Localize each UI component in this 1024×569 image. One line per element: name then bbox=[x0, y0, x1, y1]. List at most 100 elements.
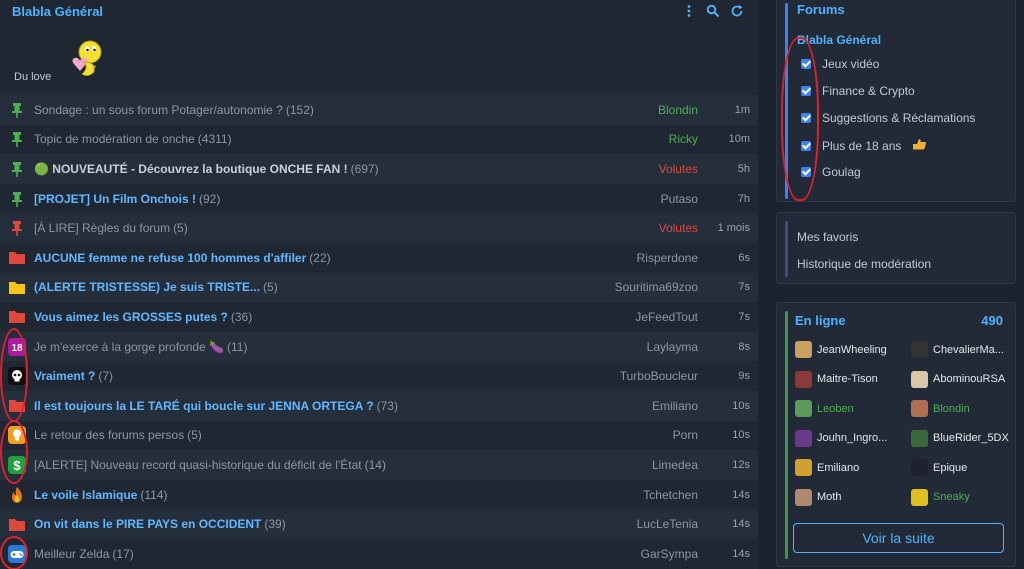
reply-count: (152) bbox=[285, 102, 314, 117]
topic-row[interactable]: On vit dans le PIRE PAYS en OCCIDENT (39)… bbox=[0, 509, 758, 539]
topic-title-link[interactable]: [ALERTE] Nouveau record quasi-historique… bbox=[34, 458, 362, 472]
love-section: Du love bbox=[0, 22, 758, 95]
user-name: Emiliano bbox=[817, 461, 860, 474]
folder-red-icon bbox=[0, 518, 34, 531]
topic-title-link[interactable]: Vous aimez les GROSSES putes ? bbox=[34, 310, 228, 324]
online-user[interactable]: BlueRider_5DX bbox=[911, 429, 1009, 447]
last-author-link[interactable]: Limedea bbox=[586, 458, 706, 472]
last-author-link[interactable]: Volutes bbox=[586, 162, 706, 176]
forum-title[interactable]: Blabla Général bbox=[12, 4, 682, 19]
topic-title-link[interactable]: 🟢 NOUVEAUTÉ - Découvrez la boutique ONCH… bbox=[34, 162, 348, 176]
folder-yellow-icon bbox=[0, 281, 34, 294]
topic-title-link[interactable]: [PROJET] Un Film Onchois ! bbox=[34, 192, 196, 206]
avatar bbox=[911, 429, 928, 447]
annotation-circle bbox=[0, 536, 28, 569]
topic-row[interactable]: (ALERTE TRISTESSE) Je suis TRISTE... (5) S… bbox=[0, 272, 758, 303]
last-author-link[interactable]: Blondin bbox=[586, 103, 706, 117]
topic-row[interactable]: 18 Je m'exerce à la gorge profonde 🍆 (11) L… bbox=[0, 331, 758, 362]
topic-row[interactable]: Sondage : un sous forum Potager/autonomi… bbox=[0, 95, 758, 125]
subforum-suggestions[interactable]: Suggestions & Réclamations bbox=[801, 111, 975, 125]
avatar bbox=[795, 429, 812, 447]
topic-title-link[interactable]: Vraiment ? bbox=[34, 369, 95, 383]
reply-count: (36) bbox=[230, 309, 253, 324]
reply-count: (4311) bbox=[197, 132, 232, 147]
last-author-link[interactable]: Souritima69zoo bbox=[586, 280, 706, 294]
topic-title-link[interactable]: Topic de modération de onche bbox=[34, 132, 195, 146]
last-author-link[interactable]: Emiliano bbox=[586, 399, 706, 413]
topic-row[interactable]: Le voile Islamique (114) Tchetchen 14s bbox=[0, 479, 758, 510]
last-author-link[interactable]: LucLeTenia bbox=[586, 517, 706, 531]
favorites-link[interactable]: Mes favoris bbox=[797, 230, 858, 244]
online-user[interactable]: JeanWheeling bbox=[795, 341, 887, 358]
last-post-time: 7h bbox=[737, 192, 750, 205]
topic-title-link[interactable]: AUCUNE femme ne refuse 100 hommes d'affi… bbox=[34, 251, 306, 265]
avatar bbox=[911, 488, 928, 506]
topic-title-link[interactable]: Le voile Islamique bbox=[34, 488, 137, 502]
last-author-link[interactable]: JeFeedTout bbox=[586, 310, 706, 324]
online-user[interactable]: AbominouRSA bbox=[911, 370, 1006, 388]
online-user[interactable]: Epique bbox=[911, 459, 967, 476]
online-user[interactable]: Leoben bbox=[795, 400, 854, 417]
last-author-link[interactable]: Volutes bbox=[586, 221, 706, 235]
topic-title-link[interactable]: Meilleur Zelda bbox=[34, 547, 109, 561]
last-post-time: 10m bbox=[728, 133, 750, 146]
reply-count: (22) bbox=[309, 250, 331, 265]
topic-title-link[interactable]: (ALERTE TRISTESSE) Je suis TRISTE... bbox=[34, 280, 260, 294]
forum-main: Blabla Général Du love Sondage: un sous… bbox=[0, 0, 758, 569]
last-author-link[interactable]: TurboBoucleur bbox=[586, 369, 706, 383]
more-vert-icon[interactable] bbox=[682, 4, 696, 18]
online-user[interactable]: Sneaky bbox=[911, 488, 970, 506]
online-count: 490 bbox=[981, 313, 1003, 328]
topic-row[interactable]: Il est toujours la LE TARÉ qui boucle su… bbox=[0, 390, 758, 421]
topic-row[interactable]: [PROJET] Un Film Onchois ! (92) Putaso 7h bbox=[0, 183, 758, 214]
subforum-18plus[interactable]: Plus de 18 ans bbox=[801, 138, 927, 153]
user-name: Sneaky bbox=[933, 491, 970, 503]
topic-title-link[interactable]: On vit dans le PIRE PAYS en OCCIDENT bbox=[34, 517, 261, 531]
last-post-time: 6s bbox=[738, 251, 750, 264]
topic-title-link[interactable]: Le retour des forums persos bbox=[34, 428, 184, 442]
reply-count: (92) bbox=[199, 191, 221, 206]
topic-row[interactable]: Vraiment ? (7) TurboBoucleur 9s bbox=[0, 361, 758, 391]
online-user[interactable]: Maitre-Tison bbox=[795, 370, 878, 388]
topic-title-link[interactable]: Je m'exerce à la gorge profonde 🍆 bbox=[34, 340, 224, 354]
online-user[interactable]: Jouhn_Ingro... bbox=[795, 429, 887, 447]
topic-row[interactable]: Vous aimez les GROSSES putes ? (36) JeFeed… bbox=[0, 302, 758, 332]
last-author-link[interactable]: Tchetchen bbox=[586, 488, 706, 502]
online-user[interactable]: Blondin bbox=[911, 400, 970, 417]
topic-row[interactable]: 🟢 NOUVEAUTÉ - Découvrez la boutique ONCH… bbox=[0, 154, 758, 184]
search-icon[interactable] bbox=[706, 4, 720, 18]
reply-count: (73) bbox=[376, 398, 398, 413]
last-author-link[interactable]: Laylayma bbox=[586, 340, 706, 354]
topic-row[interactable]: $ [ALERTE] Nouveau record quasi-historiqu… bbox=[0, 450, 758, 480]
see-more-button[interactable]: Voir la suite bbox=[793, 523, 1004, 553]
hand-icon bbox=[912, 138, 927, 153]
moderation-history-link[interactable]: Historique de modération bbox=[797, 257, 931, 271]
last-author-link[interactable]: GarSympa bbox=[586, 547, 706, 561]
last-post-time: 9s bbox=[738, 370, 750, 383]
topic-row[interactable]: [À LIRE] Règles du forum (5) Volutes 1 mois bbox=[0, 213, 758, 243]
last-author-link[interactable]: Putaso bbox=[586, 192, 706, 206]
topic-row[interactable]: AUCUNE femme ne refuse 100 hommes d'affi… bbox=[0, 242, 758, 273]
topic-row[interactable]: Le retour des forums persos (5) Porn 10s bbox=[0, 420, 758, 451]
reply-count: (17) bbox=[112, 546, 134, 561]
reply-count: (114) bbox=[140, 487, 168, 502]
pin-green-icon bbox=[0, 191, 34, 207]
last-author-link[interactable]: Risperdone bbox=[586, 251, 706, 265]
topic-title-link[interactable]: Il est toujours la LE TARÉ qui boucle su… bbox=[34, 399, 374, 413]
online-card: En ligne 490 JeanWheeling ChevalierMa... M… bbox=[776, 302, 1016, 567]
user-name: AbominouRSA bbox=[933, 373, 1006, 385]
last-author-link[interactable]: Porn bbox=[586, 428, 706, 442]
topic-title-link[interactable]: Sondage : un sous forum Potager/autonomi… bbox=[34, 103, 283, 117]
avatar bbox=[911, 370, 928, 388]
topic-row[interactable]: Meilleur Zelda (17) GarSympa 14s bbox=[0, 538, 758, 569]
forum-header: Blabla Général bbox=[0, 0, 758, 22]
forums-title: Forums bbox=[797, 2, 845, 17]
online-user[interactable]: ChevalierMa... bbox=[911, 341, 1004, 358]
topic-title-link[interactable]: [À LIRE] Règles du forum bbox=[34, 221, 170, 235]
topic-row[interactable]: Topic de modération de onche (4311) Ricky 1… bbox=[0, 124, 758, 155]
online-user[interactable]: Moth bbox=[795, 488, 841, 506]
last-post-time: 10s bbox=[732, 429, 750, 442]
last-author-link[interactable]: Ricky bbox=[586, 132, 706, 146]
online-user[interactable]: Emiliano bbox=[795, 459, 859, 476]
refresh-icon[interactable] bbox=[730, 4, 744, 18]
